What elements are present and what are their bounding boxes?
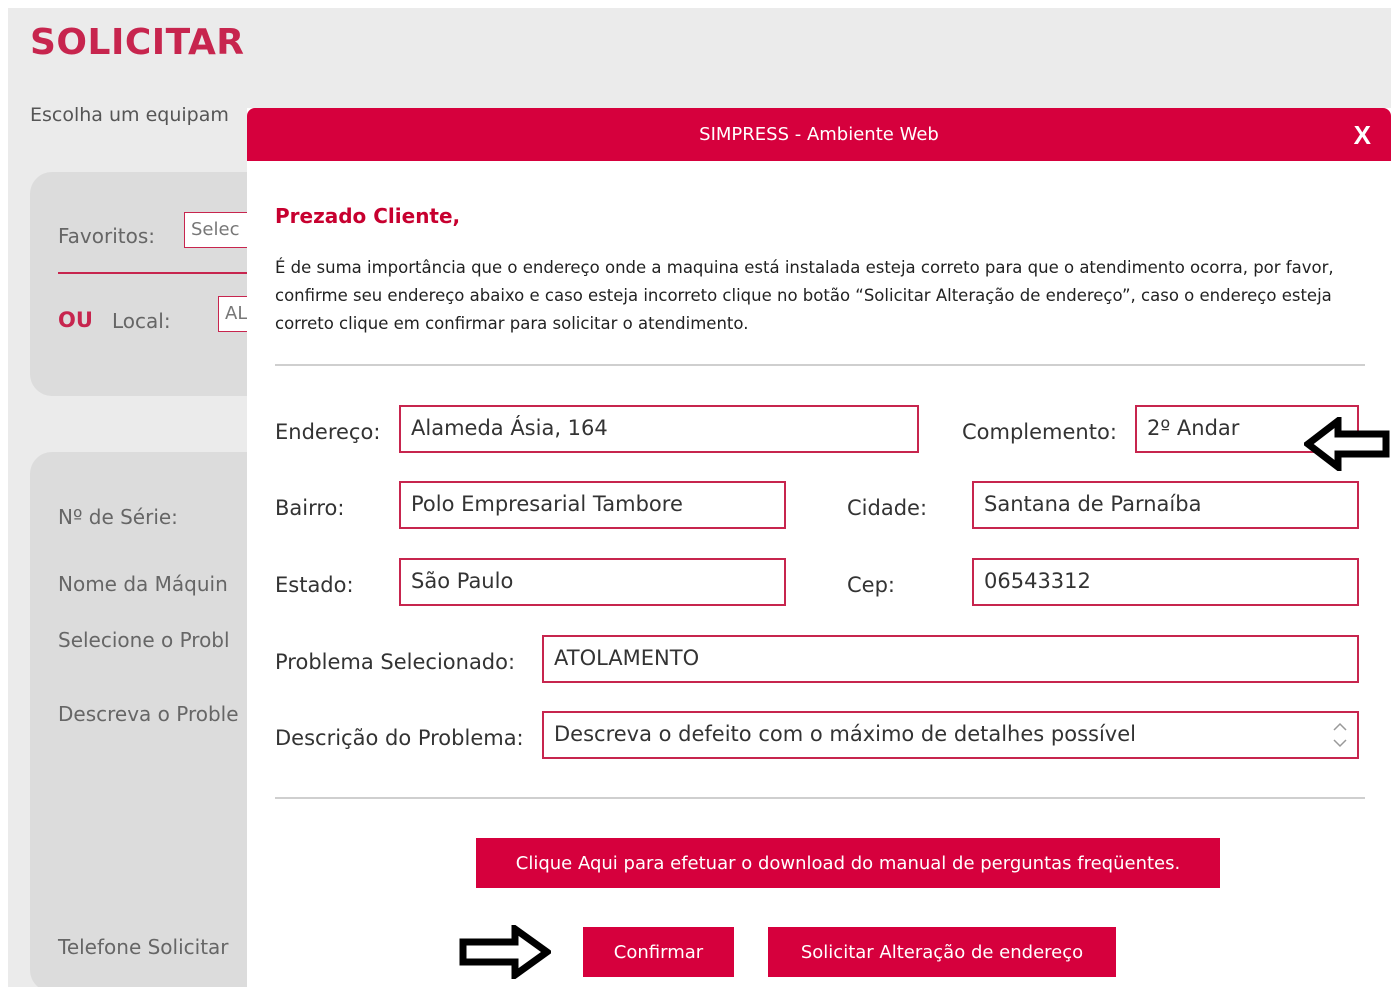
- modal-header: SIMPRESS - Ambiente Web X: [247, 108, 1391, 161]
- telefone-label: Telefone Solicitar: [58, 935, 229, 959]
- local-label: Local:: [112, 309, 171, 333]
- arrow-right-icon: [459, 925, 551, 979]
- address-confirm-modal: SIMPRESS - Ambiente Web X Prezado Client…: [247, 108, 1391, 987]
- greeting: Prezado Cliente,: [275, 204, 461, 228]
- estado-label: Estado:: [275, 573, 354, 597]
- divider-top: [275, 364, 1365, 366]
- ou-label: OU: [58, 308, 93, 332]
- endereco-label: Endereço:: [275, 420, 381, 444]
- divider-bottom: [275, 797, 1365, 799]
- complemento-label: Complemento:: [962, 420, 1117, 444]
- confirm-button[interactable]: Confirmar: [583, 927, 734, 977]
- endereco-field[interactable]: Alameda Ásia, 164: [399, 405, 919, 453]
- cidade-field[interactable]: Santana de Parnaíba: [972, 481, 1359, 529]
- descricao-textarea[interactable]: Descreva o defeito com o máximo de detal…: [542, 711, 1359, 759]
- scroll-arrows-icon[interactable]: [1329, 717, 1351, 753]
- problema-label: Problema Selecionado:: [275, 650, 516, 674]
- descricao-label: Descrição do Problema:: [275, 726, 524, 750]
- nome-maquina-label: Nome da Máquin: [58, 572, 228, 596]
- change-address-button[interactable]: Solicitar Alteração de endereço: [768, 927, 1116, 977]
- cidade-label: Cidade:: [847, 496, 928, 520]
- bairro-label: Bairro:: [275, 496, 345, 520]
- intro-text: Escolha um equipam: [30, 104, 229, 126]
- divider: [58, 272, 258, 274]
- problema-field[interactable]: ATOLAMENTO: [542, 635, 1359, 683]
- close-icon[interactable]: X: [1354, 120, 1371, 151]
- download-manual-button[interactable]: Clique Aqui para efetuar o download do m…: [476, 838, 1220, 888]
- descreva-problema-label: Descreva o Proble: [58, 702, 239, 726]
- page-title: SOLICITAR: [30, 22, 245, 63]
- descricao-placeholder: Descreva o defeito com o máximo de detal…: [554, 722, 1136, 746]
- arrow-left-icon: [1304, 417, 1390, 471]
- modal-title: SIMPRESS - Ambiente Web: [699, 124, 939, 145]
- selecione-problema-label: Selecione o Probl: [58, 628, 230, 652]
- estado-field[interactable]: São Paulo: [399, 558, 786, 606]
- bairro-field[interactable]: Polo Empresarial Tambore: [399, 481, 786, 529]
- serie-label: Nº de Série:: [58, 505, 178, 529]
- cep-field[interactable]: 06543312: [972, 558, 1359, 606]
- favoritos-label: Favoritos:: [58, 224, 156, 248]
- cep-label: Cep:: [847, 573, 895, 597]
- instruction-message: É de suma importância que o endereço ond…: [275, 258, 1334, 333]
